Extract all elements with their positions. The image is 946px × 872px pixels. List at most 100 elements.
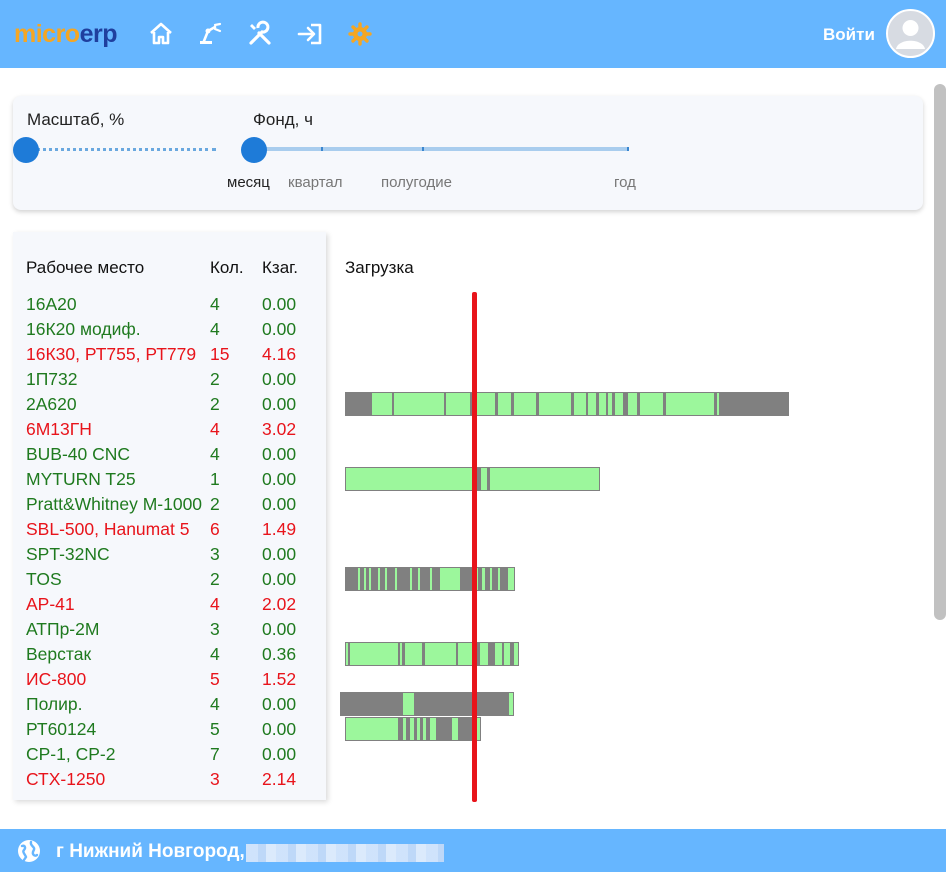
idle-segment	[714, 392, 717, 416]
login-button[interactable]: Войти	[823, 25, 875, 45]
settings-panel	[13, 96, 923, 210]
workplace-name: АР-41	[26, 594, 75, 614]
table-row[interactable]: АТПр-2М 3 0.00	[26, 619, 326, 644]
idle-segment	[511, 392, 514, 416]
globe-icon	[17, 839, 41, 863]
workplace-qty: 7	[210, 744, 220, 764]
table-row[interactable]: РТ60124 5 0.00	[26, 719, 326, 744]
fund-slider-track[interactable]	[256, 147, 629, 151]
idle-segment	[432, 567, 440, 591]
login-arrow-icon[interactable]	[296, 20, 324, 48]
vertical-scrollbar[interactable]	[934, 84, 946, 620]
table-row[interactable]: Полир. 4 0.00	[26, 694, 326, 719]
workplace-name: 16К30, РТ755, РТ779	[26, 344, 197, 364]
table-row[interactable]: ИС-800 5 1.52	[26, 669, 326, 694]
table-row[interactable]: TOS 2 0.00	[26, 569, 326, 594]
idle-segment	[420, 717, 423, 741]
workplace-name: РТ60124	[26, 719, 97, 739]
workplace-name: 6М13ГН	[26, 419, 92, 439]
workplace-qty: 3	[210, 619, 220, 639]
fund-slider-thumb[interactable]	[241, 137, 267, 163]
header-workplace[interactable]: Рабочее место	[26, 258, 144, 278]
idle-segment	[596, 392, 599, 416]
scale-slider-thumb[interactable]	[13, 137, 39, 163]
idle-segment	[420, 567, 430, 591]
idle-segment	[380, 567, 385, 591]
idle-segment	[422, 642, 425, 666]
header-qty[interactable]: Кол.	[210, 258, 244, 278]
table-row[interactable]: АР-41 4 2.02	[26, 594, 326, 619]
idle-segment	[406, 717, 410, 741]
robot-arm-icon[interactable]	[196, 20, 224, 48]
workplace-coef: 0.00	[262, 719, 297, 739]
table-row[interactable]: 6М13ГН 4 3.02	[26, 419, 326, 444]
fund-tick	[422, 147, 424, 151]
workplace-name: СР-1, СР-2	[26, 744, 116, 764]
fund-tick-halfyear[interactable]: полугодие	[381, 174, 452, 191]
table-row[interactable]: 16К20 модиф. 4 0.00	[26, 319, 326, 344]
workplace-qty: 3	[210, 544, 220, 564]
app-logo[interactable]: microerp	[14, 20, 118, 49]
workplace-coef: 0.00	[262, 319, 297, 339]
idle-segment	[623, 392, 628, 416]
workplace-coef: 0.00	[262, 569, 297, 589]
table-row[interactable]: BUB-40 CNC 4 0.00	[26, 444, 326, 469]
workplace-coef: 0.00	[262, 394, 297, 414]
workplace-qty: 1	[210, 469, 220, 489]
table-row[interactable]: 2А620 2 0.00	[26, 394, 326, 419]
idle-segment	[612, 392, 615, 416]
fund-tick-year[interactable]: год	[614, 174, 636, 191]
workplace-name: SPT-32NC	[26, 544, 110, 564]
settings-gear-icon[interactable]	[346, 20, 374, 48]
table-row[interactable]: SPT-32NC 3 0.00	[26, 544, 326, 569]
workplace-qty: 5	[210, 669, 220, 689]
table-row[interactable]: СР-1, СР-2 7 0.00	[26, 744, 326, 769]
user-avatar[interactable]	[886, 9, 935, 58]
fund-tick-quarter[interactable]: квартал	[288, 174, 343, 191]
workplace-qty: 2	[210, 494, 220, 514]
table-row[interactable]: Pratt&Whitney M-1000 2 0.00	[26, 494, 326, 519]
idle-segment	[444, 392, 446, 416]
idle-segment	[345, 567, 358, 591]
table-row[interactable]: 16К30, РТ755, РТ779 15 4.16	[26, 344, 326, 369]
workplace-qty: 15	[210, 344, 230, 364]
top-app-bar: microerp Войти	[0, 0, 946, 68]
idle-segment	[371, 567, 378, 591]
table-row[interactable]: 1П732 2 0.00	[26, 369, 326, 394]
load-column-title: Загрузка	[345, 258, 414, 277]
workplace-name: ИС-800	[26, 669, 87, 689]
workplace-qty: 2	[210, 569, 220, 589]
workplace-name: АТПр-2М	[26, 619, 100, 639]
table-row[interactable]: MYTURN T25 1 0.00	[26, 469, 326, 494]
tools-icon[interactable]	[246, 20, 274, 48]
workplace-coef: 3.02	[262, 419, 297, 439]
workplace-qty: 4	[210, 444, 220, 464]
scale-slider-track[interactable]	[30, 148, 216, 151]
workplace-qty: 3	[210, 769, 220, 789]
current-date-marker	[472, 292, 477, 802]
scale-label: Масштаб, %	[27, 110, 125, 129]
workplace-name: 16К20 модиф.	[26, 319, 141, 339]
workplace-qty: 4	[210, 319, 220, 339]
table-row[interactable]: Верстак 4 0.36	[26, 644, 326, 669]
table-row[interactable]: СТХ-1250 3 2.14	[26, 769, 326, 794]
workplace-qty: 4	[210, 594, 220, 614]
table-row[interactable]: 16А20 4 0.00	[26, 294, 326, 319]
workplace-name: MYTURN T25	[26, 469, 136, 489]
idle-segment	[398, 717, 403, 741]
idle-segment	[606, 392, 608, 416]
header-coef[interactable]: Кзаг.	[262, 258, 298, 278]
workplace-coef: 0.00	[262, 744, 297, 764]
workplace-coef: 0.00	[262, 444, 297, 464]
workplace-coef: 0.00	[262, 369, 297, 389]
table-row[interactable]: SBL-500, Hanumat 5 6 1.49	[26, 519, 326, 544]
idle-segment	[510, 642, 514, 666]
idle-segment	[719, 392, 789, 416]
workplace-coef: 2.14	[262, 769, 297, 789]
workplace-name: Верстак	[26, 644, 92, 664]
idle-segment	[412, 567, 418, 591]
footer-bar: г Нижний Новгород,	[0, 829, 946, 872]
home-icon[interactable]	[147, 20, 175, 48]
workplace-name: Полир.	[26, 694, 83, 714]
fund-tick-month[interactable]: месяц	[227, 174, 270, 191]
